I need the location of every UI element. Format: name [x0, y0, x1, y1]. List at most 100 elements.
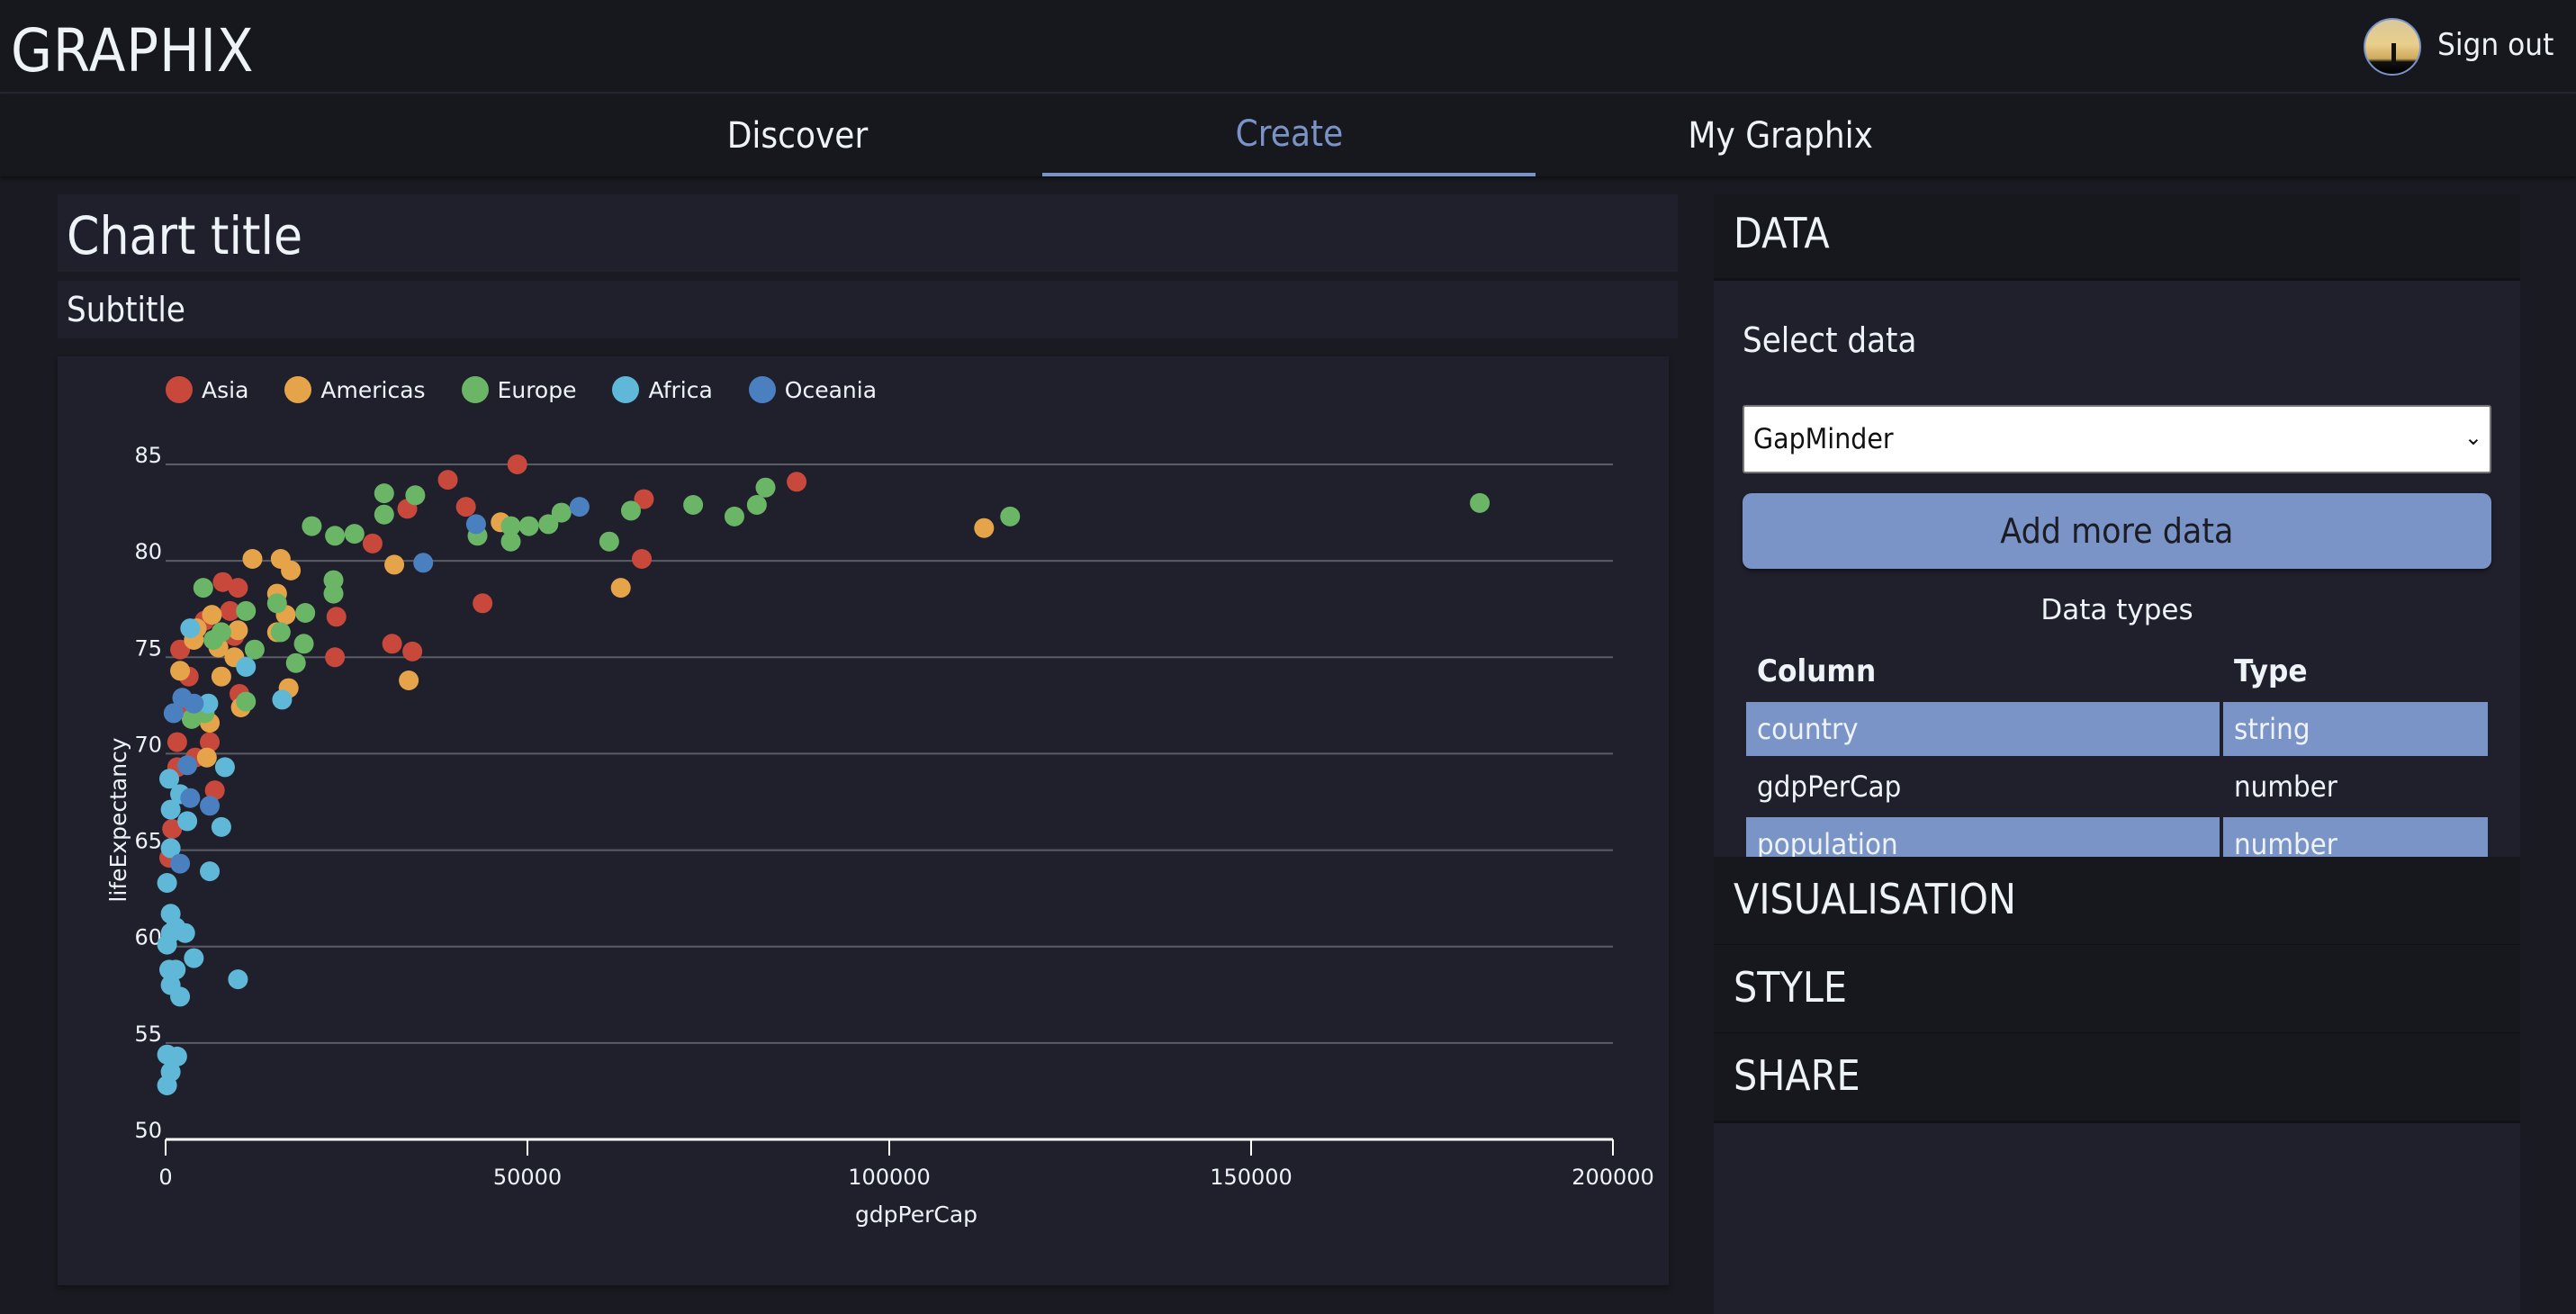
chart-title: Chart title: [67, 205, 303, 266]
data-point-americas: [228, 620, 248, 641]
add-more-data-label: Add more data: [2000, 511, 2234, 551]
data-point-europe: [500, 531, 521, 552]
data-point-europe: [620, 500, 641, 521]
data-point-europe: [551, 502, 572, 523]
data-point-oceania: [163, 703, 184, 724]
dataset-select-value: GapMinder: [1753, 423, 1894, 455]
column-name-cell: gdpPerCap: [1757, 770, 1902, 804]
data-point-europe: [518, 516, 539, 536]
user-avatar[interactable]: [2364, 18, 2421, 76]
data-point-africa: [170, 986, 191, 1007]
y-tick-label: 70: [134, 732, 162, 757]
tab-discover[interactable]: Discover: [551, 95, 1044, 176]
chart-subtitle-field[interactable]: Subtitle: [58, 281, 1678, 338]
data-point-africa: [160, 799, 181, 820]
y-tick-label: 65: [134, 829, 162, 854]
data-point-oceania: [465, 514, 486, 535]
header-column: Column: [1757, 653, 1877, 689]
select-data-label: Select data: [1743, 320, 1917, 360]
dataset-select[interactable]: GapMinder ⌄: [1743, 405, 2491, 473]
header-type: Type: [2234, 653, 2308, 689]
chart-container: Asia Americas Europe Africa Oceania 50 55 60 65…: [58, 356, 1669, 1285]
data-point-oceania: [200, 796, 221, 816]
data-point-europe: [236, 691, 257, 712]
sign-out-button[interactable]: Sign out: [2437, 27, 2553, 63]
data-point-oceania: [180, 788, 201, 808]
data-point-africa: [236, 657, 257, 677]
data-types-table: Column Type country string gdpPerCap num…: [1746, 644, 2488, 857]
y-tick-label: 55: [134, 1022, 162, 1047]
tab-my-graphix[interactable]: My Graphix: [1534, 95, 2027, 176]
data-point-europe: [270, 622, 291, 643]
data-point-asia: [402, 641, 423, 662]
data-point-europe: [325, 526, 346, 546]
data-point-europe: [755, 477, 776, 498]
data-point-africa: [177, 811, 198, 832]
table-row[interactable]: country string: [1746, 702, 2488, 760]
section-style-header[interactable]: STYLE: [1714, 945, 2520, 1035]
data-point-europe: [211, 622, 231, 643]
column-type-cell: string: [2223, 702, 2488, 756]
data-point-europe: [374, 483, 394, 504]
data-point-americas: [399, 670, 419, 690]
data-point-americas: [384, 554, 405, 575]
y-tick-label: 80: [134, 539, 162, 564]
section-data-title: DATA: [1734, 209, 1830, 257]
x-tick-label: 0: [158, 1165, 172, 1190]
column-name-cell: population: [1746, 817, 2220, 857]
x-tick-label: 200000: [1572, 1165, 1654, 1190]
data-point-europe: [323, 583, 344, 604]
data-point-europe: [302, 516, 322, 536]
data-point-americas: [610, 578, 631, 598]
tab-create[interactable]: Create: [1042, 95, 1536, 176]
data-point-oceania: [170, 853, 191, 874]
data-point-europe: [293, 634, 314, 654]
data-point-africa: [214, 757, 235, 778]
section-share-header[interactable]: SHARE: [1714, 1033, 2520, 1123]
data-point-asia: [455, 497, 476, 518]
chart-subtitle: Subtitle: [67, 290, 185, 329]
data-point-europe: [236, 600, 257, 621]
add-more-data-button[interactable]: Add more data: [1743, 493, 2491, 569]
data-point-asia: [228, 578, 248, 598]
app-logo[interactable]: GRAPHIX: [11, 16, 255, 86]
data-point-africa: [200, 861, 221, 882]
data-point-asia: [632, 549, 653, 569]
data-point-asia: [325, 647, 346, 668]
y-tick-label: 75: [134, 635, 162, 661]
data-point-americas: [211, 666, 231, 687]
data-point-europe: [344, 524, 365, 544]
data-point-americas: [170, 661, 191, 681]
data-point-americas: [974, 518, 995, 538]
chart-title-field[interactable]: Chart title: [58, 194, 1678, 272]
column-name-cell: country: [1746, 702, 2220, 756]
data-point-europe: [266, 593, 287, 614]
scatter-plot: 50556065707580850 50000 100000 150000 200000…: [105, 443, 1654, 1228]
x-tick-label: 100000: [848, 1165, 931, 1190]
table-row[interactable]: gdpPerCap number: [1746, 760, 2488, 817]
data-point-europe: [374, 504, 394, 525]
data-point-africa: [184, 948, 204, 968]
data-point-asia: [362, 533, 383, 554]
table-header-row: Column Type: [1746, 644, 2488, 702]
main-nav: Discover Create My Graphix: [0, 95, 2576, 176]
data-point-africa: [157, 1076, 177, 1095]
y-axis-label: lifeExpectancy: [105, 737, 131, 902]
tab-my-graphix-label: My Graphix: [1688, 115, 1873, 157]
table-row[interactable]: population number: [1746, 817, 2488, 857]
y-tick-label: 85: [134, 443, 162, 468]
data-point-europe: [1000, 506, 1021, 526]
avatar-image-silhouette: [2391, 43, 2396, 65]
section-visualisation-header[interactable]: VISUALISATION: [1714, 857, 2520, 947]
section-data-header[interactable]: DATA: [1714, 194, 2520, 281]
data-point-africa: [272, 689, 293, 710]
data-point-oceania: [569, 497, 590, 518]
data-point-asia: [787, 472, 807, 492]
data-point-oceania: [184, 693, 204, 714]
data-point-asia: [437, 470, 458, 490]
data-point-americas: [242, 549, 263, 569]
x-tick-label: 150000: [1210, 1165, 1293, 1190]
data-point-asia: [167, 732, 187, 752]
settings-panel: DATA Select data GapMinder ⌄ Add more da…: [1714, 194, 2520, 1314]
data-point-oceania: [177, 755, 198, 776]
